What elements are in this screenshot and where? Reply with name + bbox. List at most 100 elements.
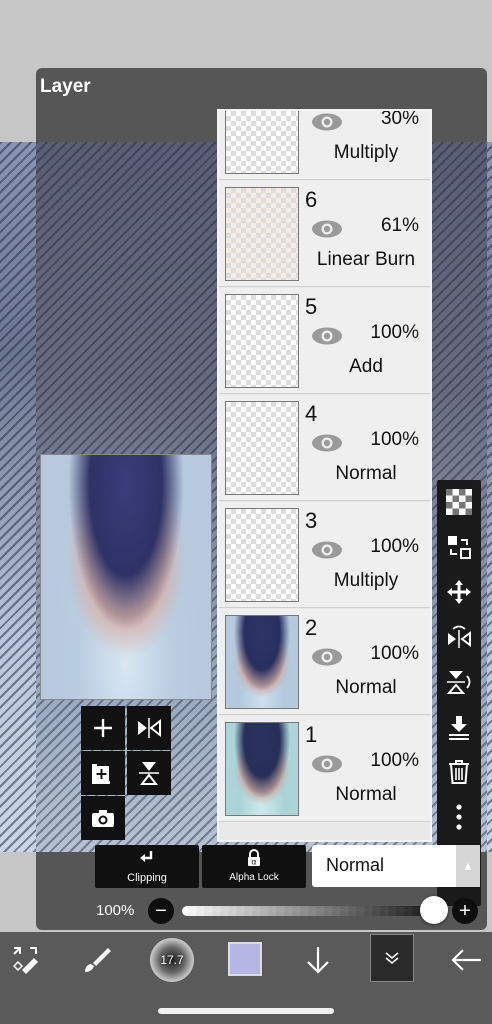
transparency-button[interactable]	[437, 480, 481, 524]
layer-thumbnail	[225, 187, 299, 281]
layer-thumbnail	[225, 722, 299, 816]
flip-horizontal-side-button[interactable]	[437, 615, 481, 659]
layer-row-3[interactable]: 3 100% Multiply	[219, 502, 430, 608]
layer-blend-mode: Linear Burn	[316, 249, 416, 270]
chevron-double-down-icon	[385, 952, 399, 965]
layer-thumbnail	[225, 615, 299, 709]
layer-number: 4	[305, 401, 318, 426]
layer-row-6[interactable]: 6 61% Linear Burn	[219, 181, 430, 287]
flip-vertical-icon	[446, 671, 471, 694]
layer-number: 6	[305, 187, 318, 212]
merge-down-button[interactable]	[437, 705, 481, 749]
arrow-left-icon	[451, 949, 481, 971]
layer-number: 1	[305, 722, 318, 747]
alpha-lock-button[interactable]: α Alpha Lock	[202, 845, 306, 888]
layer-opacity: 100%	[370, 750, 419, 771]
blend-mode-select[interactable]: Normal ▲	[312, 845, 480, 887]
eye-icon[interactable]	[311, 647, 343, 667]
camera-icon	[92, 810, 114, 827]
more-vertical-icon	[456, 804, 462, 830]
layer-blend-mode: Normal	[335, 677, 397, 698]
svg-text:α: α	[251, 858, 256, 867]
layer-opacity: 61%	[380, 215, 419, 236]
layer-number: 3	[305, 508, 318, 533]
eye-icon[interactable]	[311, 326, 343, 346]
merge-down-icon	[449, 716, 469, 740]
layer-opacity: 100%	[370, 643, 419, 664]
brush-tool-button[interactable]	[76, 932, 116, 988]
move-button[interactable]	[437, 570, 481, 614]
flip-horizontal-button[interactable]	[127, 706, 171, 750]
back-button[interactable]	[444, 932, 488, 988]
layer-row-4[interactable]: 4 100% Normal	[219, 395, 430, 501]
camera-button[interactable]	[81, 796, 125, 840]
opacity-increase-button[interactable]: +	[452, 898, 478, 924]
swap-icon	[448, 536, 471, 559]
quick-actions-button[interactable]	[6, 932, 46, 988]
layer-thumbnail	[225, 294, 299, 388]
arrow-down-icon	[307, 947, 329, 974]
flip-vertical-icon	[139, 762, 159, 785]
layer-opacity: 100%	[370, 429, 419, 450]
eye-icon[interactable]	[311, 754, 343, 774]
alpha-lock-label: Alpha Lock	[229, 872, 279, 883]
dropdown-arrow-icon: ▲	[456, 845, 480, 887]
checkerboard-icon	[446, 489, 472, 515]
brush-size-value: 17.7	[160, 953, 184, 967]
layer-row-5[interactable]: 5 100% Add	[219, 288, 430, 394]
panel-title: Layer	[40, 76, 91, 97]
layers-panel-button[interactable]	[370, 934, 414, 982]
trash-icon	[449, 760, 469, 784]
more-options-button[interactable]	[437, 795, 481, 839]
layer-opacity-row: 100% − +	[36, 894, 487, 928]
add-layer-button[interactable]	[81, 706, 125, 750]
layer-opacity: 30%	[380, 109, 419, 129]
flip-vertical-side-button[interactable]	[437, 660, 481, 704]
layer-thumbnail	[225, 508, 299, 602]
opacity-slider-track[interactable]	[182, 906, 438, 916]
layer-list[interactable]: 7 30% Multiply 6 61% Linear Burn 5 100% …	[217, 109, 432, 842]
lock-icon: α	[202, 845, 306, 872]
layer-blend-mode: Multiply	[333, 142, 399, 163]
clipping-arrow-icon	[95, 845, 199, 872]
bottom-toolbar: 17.7	[0, 932, 492, 1024]
undo-down-button[interactable]	[298, 932, 338, 988]
add-copy-layer-button[interactable]	[81, 751, 125, 795]
flip-horizontal-icon	[138, 718, 161, 738]
layer-blend-mode: Multiply	[333, 570, 399, 591]
clipping-button[interactable]: Clipping	[95, 845, 199, 888]
blend-mode-value: Normal	[326, 855, 385, 875]
layer-blend-mode: Normal	[335, 463, 397, 484]
eye-icon[interactable]	[311, 540, 343, 560]
add-copy-icon	[92, 763, 113, 784]
move-icon	[447, 580, 471, 604]
home-indicator	[158, 1008, 334, 1014]
screen: Layer 7	[0, 0, 492, 1024]
flip-vertical-button[interactable]	[127, 751, 171, 795]
delete-layer-button[interactable]	[437, 750, 481, 794]
swap-layer-button[interactable]	[437, 525, 481, 569]
layer-row-7[interactable]: 7 30% Multiply	[219, 109, 430, 180]
layer-blend-mode: Normal	[335, 784, 397, 805]
layer-panel: Layer 7	[36, 68, 487, 930]
flip-horizontal-icon	[448, 625, 471, 648]
layer-number: 5	[305, 294, 318, 319]
layer-mini-toolbar	[81, 706, 171, 840]
eye-icon[interactable]	[311, 433, 343, 453]
brush-size-button[interactable]: 17.7	[150, 938, 194, 982]
layer-row-2[interactable]: 2 100% Normal	[219, 609, 430, 715]
opacity-percent-label: 100%	[96, 902, 135, 919]
plus-icon	[94, 719, 112, 737]
brush-icon	[85, 948, 111, 972]
layer-side-toolbar	[437, 480, 481, 906]
layer-opacity: 100%	[370, 536, 419, 557]
opacity-decrease-button[interactable]: −	[148, 898, 174, 924]
opacity-slider-knob[interactable]	[420, 896, 448, 924]
color-swatch[interactable]	[228, 942, 262, 976]
layer-row-1[interactable]: 1 100% Normal	[219, 716, 430, 822]
layer-blend-mode: Add	[349, 356, 383, 377]
eye-icon[interactable]	[311, 219, 343, 239]
eye-icon[interactable]	[311, 112, 343, 132]
layer-opacity: 100%	[370, 322, 419, 343]
layer-thumbnail	[225, 111, 299, 174]
